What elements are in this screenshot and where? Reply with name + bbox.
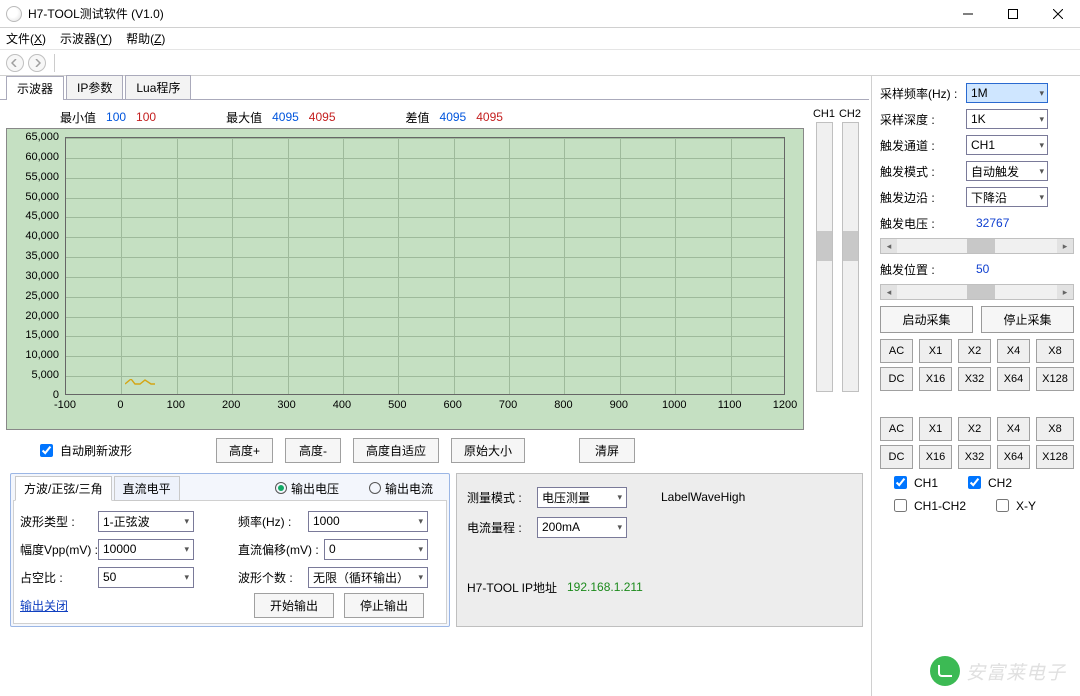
current-range-select[interactable]: 200mA▾ (537, 517, 627, 538)
ch1-gain-x1[interactable]: X1 (919, 339, 952, 363)
ch2-column: CH2 (837, 106, 863, 430)
ip-value: 192.168.1.211 (567, 580, 643, 594)
height-minus-button[interactable]: 高度- (285, 438, 341, 463)
toolbar-forward-button[interactable] (28, 54, 46, 72)
toolbar (0, 50, 1080, 76)
check-xy[interactable]: X-Y (992, 496, 1036, 515)
tab-scope[interactable]: 示波器 (6, 76, 64, 100)
ch2-gain-x2[interactable]: X2 (958, 417, 991, 441)
ch1-gain-x16[interactable]: X16 (919, 367, 952, 391)
height-auto-button[interactable]: 高度自适应 (353, 438, 439, 463)
menu-help[interactable]: 帮助(Z) (126, 30, 165, 47)
wave-vpp-select[interactable]: 10000▾ (98, 539, 194, 560)
ch1-gain-x64[interactable]: X64 (997, 367, 1030, 391)
ch1-gain-x32[interactable]: X32 (958, 367, 991, 391)
wave-duty-select[interactable]: 50▾ (98, 567, 194, 588)
clear-button[interactable]: 清屏 (579, 438, 635, 463)
window-close-button[interactable] (1035, 0, 1080, 28)
radio-output-current[interactable]: 输出电流 (369, 480, 433, 497)
ch1-gain-ac[interactable]: AC (880, 339, 913, 363)
radio-output-voltage[interactable]: 输出电压 (275, 480, 339, 497)
wave-freq-select[interactable]: 1000▾ (308, 511, 428, 532)
orig-size-button[interactable]: 原始大小 (451, 438, 525, 463)
ch2-gain-x1[interactable]: X1 (919, 417, 952, 441)
ch1-gain-x4[interactable]: X4 (997, 339, 1030, 363)
sample-rate-select[interactable]: 1M▾ (966, 83, 1048, 103)
ch2-gain-x4[interactable]: X4 (997, 417, 1030, 441)
tab-lua[interactable]: Lua程序 (125, 75, 191, 99)
ch2-gain-x16[interactable]: X16 (919, 445, 952, 469)
sample-depth-select[interactable]: 1K▾ (966, 109, 1048, 129)
trigger-voltage-scrollbar[interactable]: ◂▸ (880, 238, 1074, 254)
waveform-panel: 方波/正弦/三角 直流电平 输出电压 输出电流 波形类型 : 1-正弦波▾ 幅度… (10, 473, 450, 627)
wave-count-select[interactable]: 无限（循环输出）▾ (308, 567, 428, 588)
trigger-channel-select[interactable]: CH1▾ (966, 135, 1048, 155)
scope-plot[interactable]: 05,00010,00015,00020,00025,00030,00035,0… (6, 128, 804, 430)
measure-panel: 测量模式 : 电压测量▾ LabelWaveHigh 电流量程 : 200mA▾… (456, 473, 863, 627)
toolbar-back-button[interactable] (6, 54, 24, 72)
ch2-gain-x128[interactable]: X128 (1036, 445, 1074, 469)
tab-ip[interactable]: IP参数 (66, 75, 123, 99)
wave-dc-select[interactable]: 0▾ (324, 539, 428, 560)
window-maximize-button[interactable] (990, 0, 1035, 28)
ch1-gain-x8[interactable]: X8 (1036, 339, 1074, 363)
ch1-column: CH1 (811, 106, 837, 430)
check-ch1-ch2[interactable]: CH1-CH2 (890, 496, 966, 515)
start-output-button[interactable]: 开始输出 (254, 593, 334, 618)
chart-stats-header: 最小值 100 100 最大值 4095 4095 差值 4095 4095 (6, 106, 811, 128)
output-off-link[interactable]: 输出关闭 (20, 597, 68, 614)
wave-tab-shapes[interactable]: 方波/正弦/三角 (15, 476, 112, 501)
menu-scope[interactable]: 示波器(Y) (60, 30, 112, 47)
stop-acq-button[interactable]: 停止采集 (981, 306, 1074, 333)
ch2-gain-dc[interactable]: DC (880, 445, 913, 469)
check-ch2[interactable]: CH2 (964, 473, 1012, 492)
start-acq-button[interactable]: 启动采集 (880, 306, 973, 333)
ch1-gain-x128[interactable]: X128 (1036, 367, 1074, 391)
height-plus-button[interactable]: 高度+ (216, 438, 273, 463)
ch1-gain-x2[interactable]: X2 (958, 339, 991, 363)
ch2-gain-x32[interactable]: X32 (958, 445, 991, 469)
titlebar: H7-TOOL测试软件 (V1.0) (0, 0, 1080, 28)
stop-output-button[interactable]: 停止输出 (344, 593, 424, 618)
menu-file[interactable]: 文件(X) (6, 30, 46, 47)
wave-type-select[interactable]: 1-正弦波▾ (98, 511, 194, 532)
ch2-gain-ac[interactable]: AC (880, 417, 913, 441)
check-ch1[interactable]: CH1 (890, 473, 938, 492)
acquisition-panel: 采样频率(Hz) : 1M▾ 采样深度 : 1K▾ 触发通道 : CH1▾ 触发… (872, 76, 1080, 696)
trigger-position-scrollbar[interactable]: ◂▸ (880, 284, 1074, 300)
wave-tab-dc[interactable]: 直流电平 (114, 476, 180, 501)
ch1-offset-scrollbar[interactable] (816, 122, 833, 392)
window-minimize-button[interactable] (945, 0, 990, 28)
window-title: H7-TOOL测试软件 (V1.0) (28, 5, 164, 22)
app-icon (6, 6, 22, 22)
ch2-offset-scrollbar[interactable] (842, 122, 859, 392)
ch1-gain-dc[interactable]: DC (880, 367, 913, 391)
auto-refresh-checkbox[interactable]: 自动刷新波形 (36, 441, 132, 460)
menu-bar: 文件(X) 示波器(Y) 帮助(Z) (0, 28, 1080, 50)
main-tabs: 示波器 IP参数 Lua程序 (0, 78, 869, 100)
trigger-edge-select[interactable]: 下降沿▾ (966, 187, 1048, 207)
measure-mode-select[interactable]: 电压测量▾ (537, 487, 627, 508)
trigger-mode-select[interactable]: 自动触发▾ (966, 161, 1048, 181)
ch2-gain-x8[interactable]: X8 (1036, 417, 1074, 441)
trigger-voltage-value: 32767 (966, 216, 1009, 230)
ip-label: H7-TOOL IP地址 (467, 579, 567, 596)
trigger-position-value: 50 (966, 262, 989, 276)
ch2-gain-x64[interactable]: X64 (997, 445, 1030, 469)
label-wave-high: LabelWaveHigh (661, 490, 745, 504)
